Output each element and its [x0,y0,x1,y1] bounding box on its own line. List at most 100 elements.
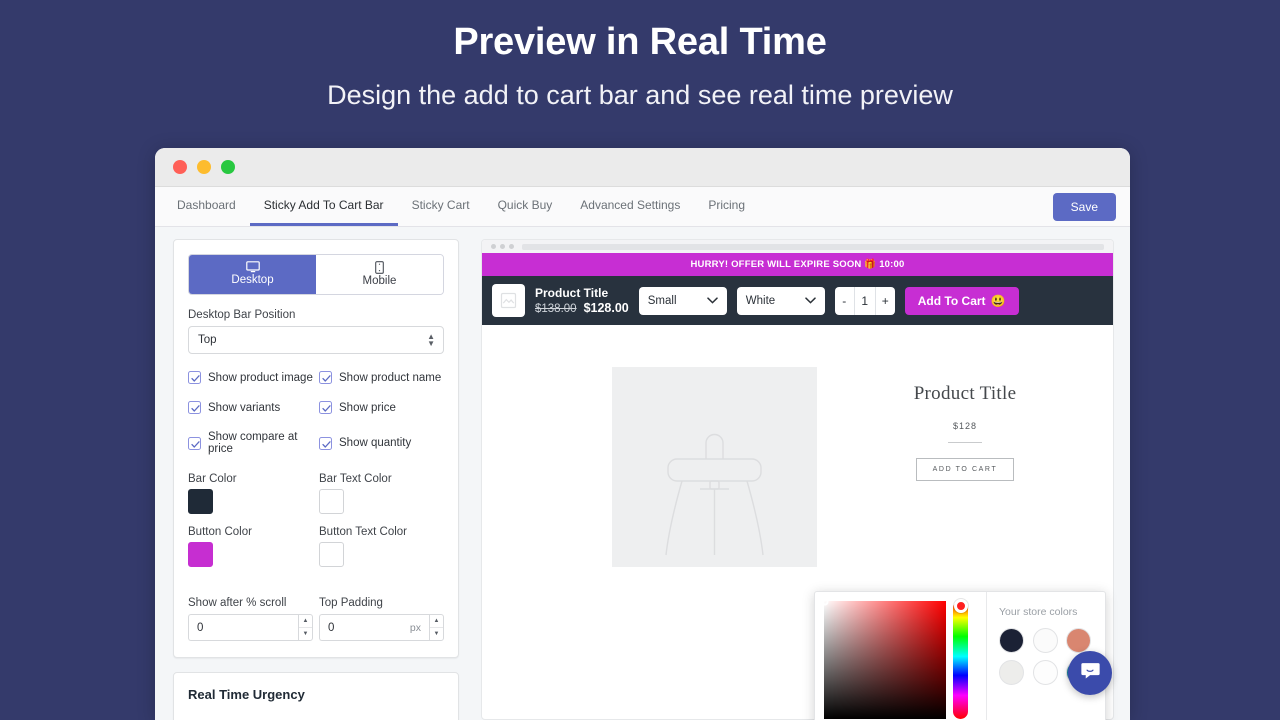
store-color-swatch[interactable] [1066,628,1092,653]
hue-handle-icon[interactable] [953,599,968,613]
store-color-swatch[interactable] [1032,660,1058,685]
device-toggle-mobile-label: Mobile [362,275,397,287]
preview-browser-chrome [482,240,1113,253]
button-text-color-label: Button Text Color [319,526,408,538]
quantity-decrease-button[interactable]: - [835,287,854,315]
top-padding-input[interactable]: 0 px [319,614,429,641]
bar-position-select[interactable]: Top ▲ ▼ [188,326,444,354]
hero-section: Preview in Real Time Design the add to c… [0,0,1280,111]
bar-color-swatch[interactable] [188,489,213,514]
add-to-cart-button[interactable]: Add To Cart 😃 [904,286,1019,315]
tab-sticky-cart[interactable]: Sticky Cart [398,187,484,226]
store-product-details: Product Title $128 ADD TO CART [817,367,1113,575]
store-product-image [612,367,817,567]
close-button-icon[interactable] [173,160,187,174]
checkbox-label: Show product image [208,371,313,384]
quantity-increase-button[interactable]: + [876,287,895,315]
store-color-swatch[interactable] [999,660,1024,685]
scroll-percent-stepper: 0 ▲ ▼ [188,614,313,641]
minimize-button-icon[interactable] [197,160,211,174]
bar-text-color-field: Bar Text Color [319,473,444,514]
tab-pricing[interactable]: Pricing [694,187,759,226]
checkbox-label: Show quantity [339,437,412,449]
device-toggle-desktop[interactable]: Desktop [189,255,316,294]
mobile-phone-icon [375,261,384,274]
preview-address-bar [522,243,1104,250]
stepper-down-icon[interactable]: ▼ [299,628,312,640]
content-area: Desktop Mobile Desktop Bar Position Top … [155,227,1130,720]
device-toggle: Desktop Mobile [188,254,444,295]
numeric-settings-grid: Show after % scroll 0 ▲ ▼ Top Padding 0 … [188,583,444,641]
tab-quick-buy[interactable]: Quick Buy [484,187,567,226]
checkbox-label: Show product name [339,371,442,384]
gift-icon: 🎁 [864,259,877,270]
hue-slider[interactable] [953,599,968,719]
checkmark-icon [188,436,201,450]
checkmark-icon [188,401,201,414]
bar-settings-card: Desktop Mobile Desktop Bar Position Top … [173,239,459,658]
zoom-button-icon[interactable] [221,160,235,174]
checkmark-icon [188,371,201,384]
saturation-value-row [821,598,977,719]
button-color-swatch[interactable] [188,542,213,567]
chat-launcher-button[interactable] [1068,651,1112,695]
checkbox-show-product-name[interactable]: Show product name [319,371,444,384]
device-toggle-mobile[interactable]: Mobile [316,255,443,294]
store-color-swatch[interactable] [999,628,1024,653]
store-preview-content: Product Title $128 ADD TO CART [482,325,1113,575]
chair-placeholder-icon [665,433,764,556]
checkbox-show-quantity[interactable]: Show quantity [319,431,444,455]
button-color-field: Button Color [188,526,313,567]
quantity-value[interactable]: 1 [853,286,876,315]
variant-size-select[interactable]: Small [638,286,727,315]
app-window: Dashboard Sticky Add To Cart Bar Sticky … [155,148,1130,720]
tab-advanced-settings[interactable]: Advanced Settings [566,187,694,226]
desktop-monitor-icon [245,261,260,273]
product-placeholder-icon [500,292,517,309]
chevron-down-icon [805,295,816,307]
scroll-percent-input[interactable]: 0 [188,614,298,641]
scroll-percent-stepper-buttons: ▲ ▼ [298,614,313,641]
checkmark-icon [319,371,332,384]
store-color-swatch[interactable] [1032,628,1058,653]
checkmark-icon [319,401,332,414]
bar-text-color-label: Bar Text Color [319,473,392,485]
store-product-title: Product Title [913,383,1017,404]
variant-color-select[interactable]: White [736,286,825,315]
checkbox-show-variants[interactable]: Show variants [188,401,313,414]
bar-color-label: Bar Color [188,473,237,485]
button-text-color-field: Button Text Color [319,526,444,567]
store-add-to-cart-button[interactable]: ADD TO CART [915,458,1015,481]
device-toggle-desktop-label: Desktop [231,274,274,286]
button-color-label: Button Color [188,526,252,538]
checkmark-icon [319,436,332,450]
bar-color-field: Bar Color [188,473,313,514]
checkbox-show-compare-at-price[interactable]: Show compare at price [188,431,313,455]
color-picker-popover: #ffffff Your store colors [814,591,1106,720]
add-to-cart-label: Add To Cart [917,293,986,308]
tab-dashboard[interactable]: Dashboard [163,187,250,226]
stepper-up-icon[interactable]: ▲ [430,615,443,628]
scroll-percent-field: Show after % scroll 0 ▲ ▼ [188,583,313,641]
product-info: Product Title $138.00 $128.00 [535,286,629,315]
save-button[interactable]: Save [1052,192,1116,221]
feature-checkbox-grid: Show product image Show product name Sho… [188,371,444,455]
preview-dot-icon [491,244,496,249]
sticky-add-to-cart-bar: Product Title $138.00 $128.00 Small Whit… [482,276,1113,325]
stepper-up-icon[interactable]: ▲ [299,615,312,628]
checkbox-label: Show price [339,401,396,414]
tab-sticky-add-to-cart-bar[interactable]: Sticky Add To Cart Bar [249,187,398,226]
sv-handle-icon[interactable] [821,598,829,606]
urgency-card-title: Real Time Urgency [188,687,305,702]
checkbox-show-product-image[interactable]: Show product image [188,371,313,384]
page-subtitle: Design the add to cart bar and see real … [327,79,953,110]
bar-text-color-swatch[interactable] [319,489,344,514]
checkbox-show-price[interactable]: Show price [319,401,444,414]
settings-panel: Desktop Mobile Desktop Bar Position Top … [155,227,473,720]
product-thumbnail [492,284,525,317]
saturation-value-area[interactable] [821,598,946,719]
button-text-color-swatch[interactable] [319,542,344,567]
window-titlebar [155,148,1130,187]
store-product-price: $128 [952,421,978,431]
stepper-down-icon[interactable]: ▼ [430,628,443,640]
